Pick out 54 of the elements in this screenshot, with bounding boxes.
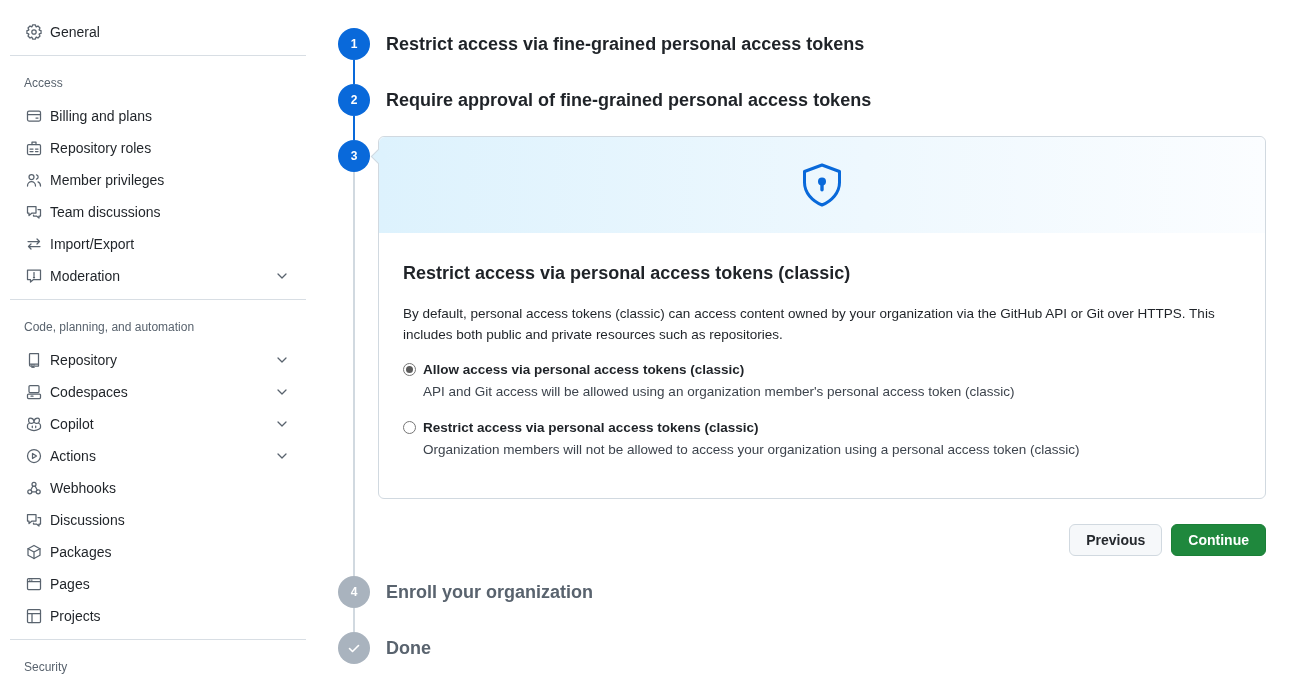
- option-label: Restrict access via personal access tokens (classic): [423, 419, 759, 437]
- cube-icon: [26, 544, 42, 560]
- step-title: Enroll your organization: [386, 581, 593, 604]
- shield-keyhole-icon: [802, 163, 842, 207]
- sidebar-item[interactable]: Projects: [10, 600, 306, 632]
- card-title: Restrict access via personal access tokens (classic): [403, 262, 851, 285]
- computer-icon: [26, 384, 42, 400]
- step-number: 2: [338, 84, 370, 116]
- step-title: Restrict access via fine-grained personal access tokens: [386, 33, 865, 56]
- step-number: 3: [338, 140, 370, 172]
- previous-button[interactable]: Previous: [1069, 524, 1163, 556]
- sidebar-item[interactable]: Moderation: [10, 260, 306, 292]
- book-icon: [26, 352, 42, 368]
- sidebar-item[interactable]: Repository: [10, 344, 306, 376]
- arrows-icon: [26, 236, 42, 252]
- speech-bubbles-icon: [26, 204, 42, 220]
- sidebar-item[interactable]: Discussions: [10, 504, 306, 536]
- sidebar-item[interactable]: Codespaces: [10, 376, 306, 408]
- sidebar-item[interactable]: Repository roles: [10, 132, 306, 164]
- description-text: By default, personal access tokens (classic) can access content owned by your organization via the GitHub API or Git over HTTPS. This includes both public and private resources such as repositories.: [403, 305, 1216, 344]
- sidebar-item[interactable]: Actions: [10, 440, 306, 472]
- step-title: Require approval of fine-grained personal access tokens: [386, 89, 872, 112]
- option-hint: Organization members will not be allowed to access your organization using a personal access token (classic): [423, 441, 1080, 459]
- section-heading: Access: [24, 75, 63, 92]
- sidebar-item[interactable]: Import/Export: [10, 228, 306, 260]
- id-card-icon: [26, 140, 42, 156]
- webhook-icon: [26, 480, 42, 496]
- play-circle-icon: [26, 448, 42, 464]
- sidebar-item[interactable]: Billing and plans: [10, 100, 306, 132]
- sidebar-item[interactable]: General: [10, 16, 306, 48]
- robot-face-icon: [26, 416, 42, 432]
- continue-button[interactable]: Continue: [1171, 524, 1266, 556]
- option-hint: API and Git access will be allowed using an organization member's personal access token (classic): [423, 383, 1015, 401]
- browser-window-icon: [26, 576, 42, 592]
- sidebar-item[interactable]: Pages: [10, 568, 306, 600]
- step-title: Done: [386, 637, 431, 660]
- section-heading: Code, planning, and automation: [24, 319, 195, 336]
- people-icon: [26, 172, 42, 188]
- speech-bubbles-icon: [26, 512, 42, 528]
- sidebar-item[interactable]: Copilot: [10, 408, 306, 440]
- gear-icon: [26, 24, 42, 40]
- alert-bubble-icon: [26, 268, 42, 284]
- table-icon: [26, 608, 42, 624]
- sidebar-item[interactable]: Team discussions: [10, 196, 306, 228]
- sidebar-item[interactable]: Webhooks: [10, 472, 306, 504]
- section-heading: Security: [24, 659, 68, 676]
- radio-button[interactable]: [403, 421, 416, 434]
- step-number: 1: [338, 28, 370, 60]
- sidebar-item[interactable]: Member privileges: [10, 164, 306, 196]
- sidebar-item[interactable]: Packages: [10, 536, 306, 568]
- credit-card-icon: [26, 108, 42, 124]
- option-label: Allow access via personal access tokens (classic): [423, 361, 745, 379]
- step-number: 4: [338, 576, 370, 608]
- radio-button[interactable]: [403, 363, 416, 376]
